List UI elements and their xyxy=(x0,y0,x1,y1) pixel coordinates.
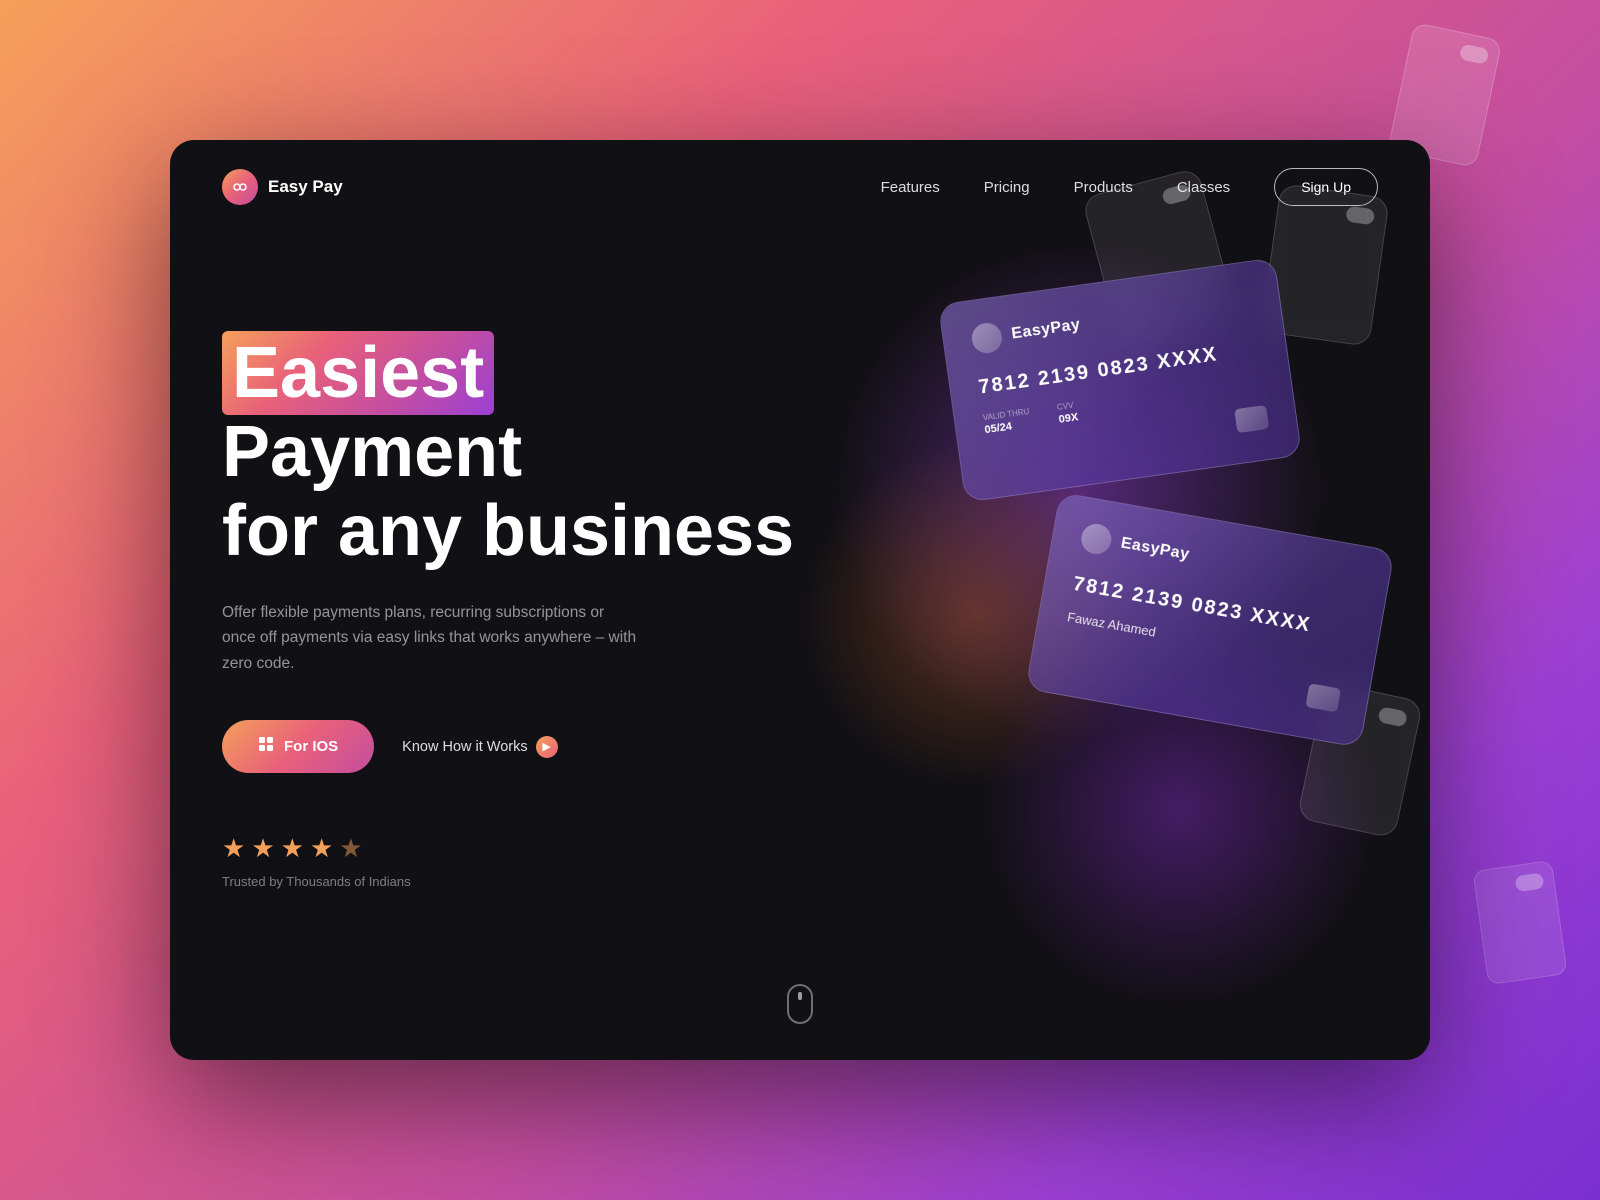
main-content: Easiest Paymentfor any business Offer fl… xyxy=(170,234,1430,889)
star-1: ★ xyxy=(222,833,245,864)
scroll-mouse-icon xyxy=(787,984,813,1024)
nav-products[interactable]: Products xyxy=(1074,179,1133,196)
scroll-indicator xyxy=(787,984,813,1024)
scroll-dot xyxy=(798,992,802,1000)
nav-links: Features Pricing Products Classes Sign U… xyxy=(881,168,1378,206)
star-5-half: ★ xyxy=(339,833,362,864)
ios-button[interactable]: For IOS xyxy=(222,720,374,773)
star-2: ★ xyxy=(251,833,274,864)
navbar: Easy Pay Features Pricing Products Class… xyxy=(170,140,1430,234)
cta-row: For IOS Know How it Works ▶ xyxy=(222,720,802,773)
hero-headline: Easiest Paymentfor any business xyxy=(222,334,802,572)
stars-row: ★ ★ ★ ★ ★ xyxy=(222,833,802,864)
signup-button[interactable]: Sign Up xyxy=(1274,168,1378,206)
logo-text: Easy Pay xyxy=(268,177,343,197)
browser-window: Easy Pay Features Pricing Products Class… xyxy=(170,140,1430,1060)
nav-pricing[interactable]: Pricing xyxy=(984,179,1030,196)
trusted-text: Trusted by Thousands of Indians xyxy=(222,874,802,889)
logo-icon xyxy=(222,169,258,205)
app-store-icon xyxy=(258,736,274,757)
stars-section: ★ ★ ★ ★ ★ Trusted by Thousands of Indian… xyxy=(222,833,802,889)
left-content: Easiest Paymentfor any business Offer fl… xyxy=(222,314,802,889)
star-3: ★ xyxy=(281,833,304,864)
hero-subtext: Offer flexible payments plans, recurring… xyxy=(222,600,642,677)
headline-rest: Paymentfor any business xyxy=(222,412,794,571)
ios-button-label: For IOS xyxy=(284,738,338,755)
deco-card-outside-bottom xyxy=(1472,860,1567,985)
know-how-label: Know How it Works xyxy=(402,739,527,755)
nav-classes[interactable]: Classes xyxy=(1177,179,1230,196)
star-4: ★ xyxy=(310,833,333,864)
nav-features[interactable]: Features xyxy=(881,179,940,196)
headline-highlight: Easiest xyxy=(222,331,494,415)
know-how-link[interactable]: Know How it Works ▶ xyxy=(402,736,557,758)
logo[interactable]: Easy Pay xyxy=(222,169,343,205)
know-how-arrow-icon: ▶ xyxy=(536,736,558,758)
